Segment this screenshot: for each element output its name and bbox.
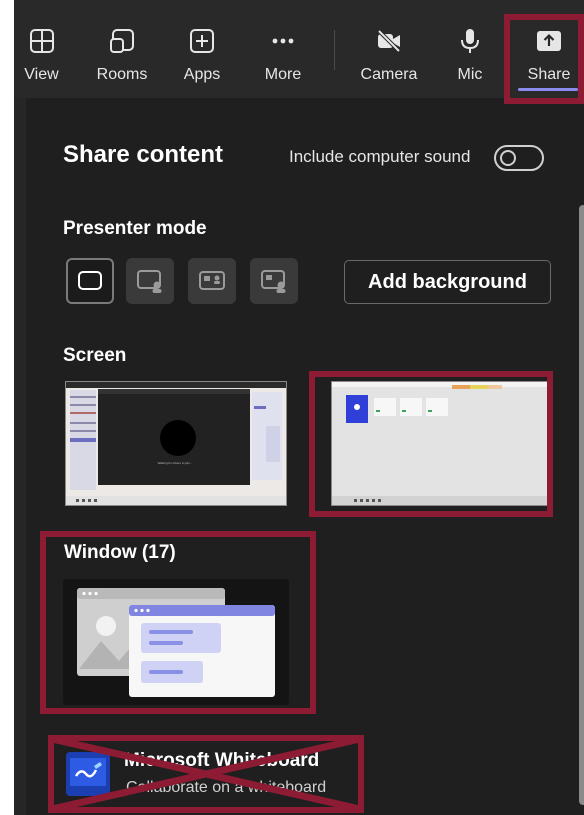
screen-1-thumbnail[interactable]: Waiting for others to join...	[65, 381, 287, 506]
view-grid-icon	[29, 29, 54, 53]
camera-button[interactable]: Camera	[354, 0, 424, 98]
screen-heading: Screen	[63, 345, 127, 366]
toolbar-divider	[334, 30, 335, 70]
presenter-mode-side-by-side[interactable]	[188, 258, 236, 304]
mic-button[interactable]: Mic	[438, 0, 502, 98]
more-label: More	[264, 66, 302, 83]
apps-label: Apps	[183, 66, 221, 83]
share-label: Share	[527, 66, 571, 83]
apps-add-icon	[190, 29, 214, 53]
more-dots-icon	[272, 38, 294, 44]
camera-label: Camera	[360, 66, 418, 83]
include-sound-toggle[interactable]	[494, 145, 544, 171]
apps-button[interactable]: Apps	[169, 0, 235, 98]
share-content-title: Share content	[63, 141, 224, 168]
toggle-knob	[500, 150, 516, 166]
share-active-indicator	[518, 88, 578, 91]
share-button[interactable]: Share	[514, 0, 584, 98]
presenter-mode-reporter[interactable]	[250, 258, 298, 304]
window-heading: Window (17)	[64, 542, 176, 563]
window-edge	[14, 98, 26, 815]
rooms-label: Rooms	[96, 66, 148, 83]
camera-off-icon	[377, 29, 401, 53]
microphone-icon	[461, 29, 479, 53]
screen-1-caption: Waiting for others to join...	[158, 461, 193, 465]
add-background-button[interactable]: Add background	[344, 260, 551, 304]
screen-2-preview	[332, 382, 552, 505]
meeting-toolbar: View Rooms Apps More Camera Mic Share	[14, 0, 584, 98]
teams-window: View Rooms Apps More Camera Mic Share Sh…	[14, 0, 584, 815]
panel-scrollbar[interactable]	[579, 205, 584, 805]
standout-icon	[137, 270, 162, 293]
screen-2-thumbnail[interactable]	[331, 381, 553, 506]
presenter-mode-standout[interactable]	[126, 258, 174, 304]
window-share-option[interactable]	[63, 579, 289, 705]
mic-label: Mic	[457, 66, 483, 83]
content-only-icon	[78, 271, 102, 290]
side-by-side-icon	[199, 271, 225, 290]
window-illustration	[77, 588, 275, 697]
rooms-button[interactable]: Rooms	[86, 0, 158, 98]
presenter-mode-heading: Presenter mode	[63, 218, 207, 239]
screen-1-preview: Waiting for others to join...	[66, 382, 286, 505]
rooms-icon	[110, 29, 134, 53]
view-label: View	[24, 66, 59, 83]
reporter-icon	[261, 270, 286, 293]
whiteboard-cross-out-icon	[51, 735, 361, 813]
view-button[interactable]: View	[14, 0, 69, 98]
share-upload-icon	[537, 31, 561, 51]
more-button[interactable]: More	[250, 0, 316, 98]
presenter-mode-content-only[interactable]	[66, 258, 114, 304]
include-sound-label: Include computer sound	[289, 147, 471, 166]
